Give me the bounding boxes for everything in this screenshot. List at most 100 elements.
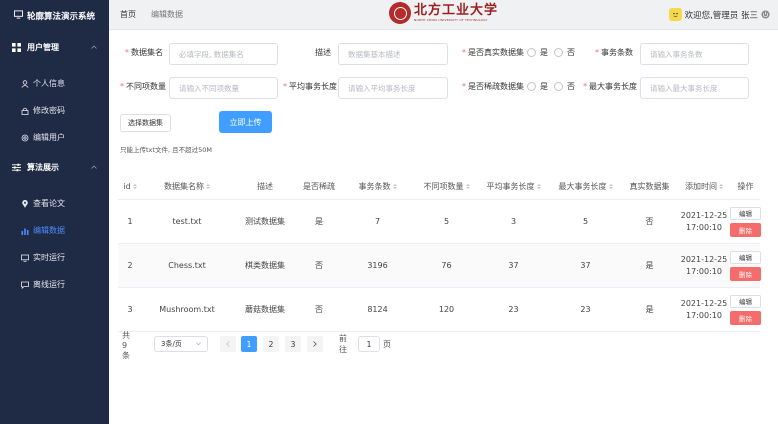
cell-distinct: 76 — [441, 261, 452, 270]
cell-real: 是 — [645, 261, 654, 270]
sidebar-group-algorithm-demo[interactable]: 算法展示 — [0, 152, 109, 182]
upload-button[interactable]: 立即上传 — [219, 111, 272, 133]
sidebar-item-realtime-run[interactable]: 实时运行 — [0, 244, 109, 271]
cell-actions: 编辑 删除 — [730, 206, 761, 237]
user-info: 欢迎您,管理员 张三 — [668, 8, 770, 21]
tx-count-label: * 事务条数 — [595, 48, 633, 57]
edit-button[interactable]: 编辑 — [730, 294, 761, 308]
chevron-up-icon — [91, 45, 97, 49]
select-dataset-button[interactable]: 选择数据集 — [120, 114, 171, 132]
university-seal-icon — [389, 2, 411, 24]
cell-desc: 测试数据集 — [245, 217, 285, 226]
monitor-icon — [13, 10, 23, 22]
next-page-button[interactable] — [307, 336, 323, 352]
is-sparse-no-radio[interactable]: 否 — [554, 81, 575, 92]
cell-max-len: 37 — [580, 261, 591, 270]
university-logo: 北方工业大学 NORTH CHINA UNIVERSITY OF TECHNOL… — [389, 2, 498, 24]
top-header: 首页 编辑数据 北方工业大学 NORTH CHINA UNIVERSITY OF… — [109, 0, 778, 30]
page-button-2[interactable]: 2 — [263, 336, 279, 352]
is-sparse-yes-radio[interactable]: 是 — [527, 81, 548, 92]
power-icon[interactable] — [761, 10, 770, 19]
cell-id: 1 — [127, 217, 133, 226]
description-input[interactable]: 数据集基本描述 — [338, 43, 448, 65]
col-header-desc: 描述 — [257, 182, 273, 191]
dataset-name-input[interactable]: 必填字段, 数据集名 — [169, 43, 278, 65]
col-header-max-len[interactable]: 最大事务长度 — [549, 181, 622, 192]
sidebar-item-change-password[interactable]: 修改密码 — [0, 97, 109, 124]
goto-page-input[interactable]: 1 — [358, 336, 380, 352]
cell-avg-len: 23 — [508, 305, 519, 314]
col-header-actions: 操作 — [737, 182, 754, 191]
page-button-1[interactable]: 1 — [241, 336, 257, 352]
cell-id: 3 — [127, 305, 133, 314]
page-size-select[interactable]: 3条/页 — [154, 336, 208, 352]
avg-len-input[interactable]: 请输入平均事务长度 — [338, 77, 448, 99]
delete-button[interactable]: 删除 — [730, 310, 761, 325]
max-len-label: * 最大事务长度 — [583, 82, 637, 91]
breadcrumb-home[interactable]: 首页 — [120, 9, 136, 20]
cell-sparse: 否 — [315, 305, 323, 314]
sort-icon — [206, 184, 210, 189]
cell-tx-count: 8124 — [367, 305, 388, 314]
edit-button[interactable]: 编辑 — [730, 250, 761, 264]
col-header-name[interactable]: 数据集名称 — [142, 181, 232, 192]
cell-desc: 棋类数据集 — [245, 261, 285, 270]
cell-desc: 蘑菇数据集 — [245, 305, 285, 314]
distinct-items-input[interactable]: 请输入不同项数量 — [169, 77, 278, 99]
sort-icon — [392, 184, 397, 189]
chevron-right-icon — [313, 341, 317, 347]
col-header-avg-len[interactable]: 平均事务长度 — [478, 181, 549, 192]
sort-icon — [132, 184, 137, 189]
cell-real: 否 — [645, 217, 654, 226]
delete-button[interactable]: 删除 — [730, 266, 761, 281]
upload-hint: 只能上传txt文件, 且不超过50M — [120, 146, 212, 154]
dataset-name-label: * 数据集名 — [125, 48, 163, 57]
sidebar-item-profile[interactable]: 个人信息 — [0, 70, 109, 97]
table-row: 1 test.txt 测试数据集 是 7 5 3 5 否 2021-12-25 1… — [118, 200, 761, 244]
sidebar-item-edit-data[interactable]: 编辑数据 — [0, 217, 109, 244]
avatar[interactable] — [668, 8, 682, 21]
gear-icon — [21, 134, 29, 142]
sliders-icon — [12, 163, 21, 172]
table-row: 3 Mushroom.txt 蘑菇数据集 否 8124 120 23 23 是 … — [118, 288, 761, 332]
cell-real: 是 — [645, 305, 654, 314]
cell-distinct: 5 — [443, 217, 450, 226]
breadcrumb-current: 编辑数据 — [151, 10, 183, 19]
col-header-sparse: 是否稀疏 — [303, 182, 335, 191]
edit-button[interactable]: 编辑 — [730, 206, 761, 220]
cell-time: 2021-12-25 17:00:10 — [680, 298, 728, 320]
max-len-input[interactable]: 请输入最大事务长度 — [640, 77, 749, 99]
bar-chart-icon — [21, 227, 29, 235]
col-header-id[interactable]: id — [118, 182, 142, 191]
cell-actions: 编辑 删除 — [730, 250, 761, 281]
col-header-time[interactable]: 添加时间 — [677, 181, 731, 192]
col-header-distinct[interactable]: 不同项数量 — [415, 181, 478, 192]
distinct-items-label: * 不同项数量 — [120, 82, 166, 91]
tx-count-input[interactable]: 请输入事务条数 — [640, 43, 749, 65]
cell-tx-count: 7 — [374, 217, 381, 226]
page-button-3[interactable]: 3 — [285, 336, 301, 352]
sidebar-item-edit-user[interactable]: 编辑用户 — [0, 124, 109, 151]
monitor-icon — [21, 254, 29, 262]
sidebar-group-user-management[interactable]: 用户管理 — [0, 32, 109, 62]
table-row: 2 Chess.txt 棋类数据集 否 3196 76 37 37 是 2021… — [118, 244, 761, 288]
cell-max-len: 5 — [582, 217, 589, 226]
is-real-yes-radio[interactable]: 是 — [527, 47, 548, 58]
sidebar-item-view-papers[interactable]: 查看论文 — [0, 190, 109, 217]
is-real-no-radio[interactable]: 否 — [554, 47, 575, 58]
cell-sparse: 是 — [315, 217, 323, 226]
sidebar-item-offline-run[interactable]: 离线运行 — [0, 271, 109, 298]
prev-page-button[interactable] — [220, 336, 236, 352]
app-title: 轮廓算法演示系统 — [0, 0, 109, 32]
university-name: 北方工业大学 — [414, 3, 499, 18]
cell-time: 2021-12-25 17:00:10 — [680, 210, 728, 232]
cell-distinct: 120 — [438, 305, 455, 314]
col-header-real: 真实数据集 — [629, 182, 670, 191]
delete-button[interactable]: 删除 — [730, 222, 761, 237]
form-row-1: * 数据集名 必填字段, 数据集名 描述 数据集基本描述 * 是否真实数据集 是 否… — [109, 43, 778, 65]
col-header-tx-count[interactable]: 事务条数 — [340, 181, 415, 192]
cell-name: Chess.txt — [168, 261, 206, 270]
cell-sparse: 否 — [315, 261, 323, 270]
sort-icon — [465, 184, 470, 189]
chevron-down-icon — [195, 342, 201, 346]
